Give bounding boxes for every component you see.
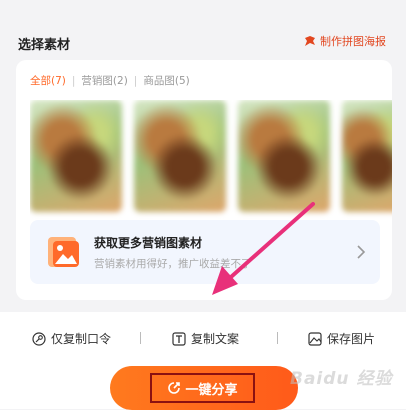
collage-icon [305, 36, 315, 46]
promo-subtitle: 营销素材用得好，推广收益差不了 [94, 258, 252, 270]
copy-text-label: 复制文案 [191, 332, 240, 346]
tab-divider: | [133, 74, 138, 87]
make-collage-label: 制作拼图海报 [320, 35, 386, 48]
tab-all[interactable]: 全部(7) [30, 73, 66, 88]
copy-code-button[interactable]: 仅复制口令 [32, 330, 111, 347]
share-icon [168, 382, 181, 394]
tab-divider: | [71, 74, 76, 87]
marketing-image-icon [48, 237, 79, 267]
image-icon [308, 331, 322, 346]
tab-product[interactable]: 商品图(5) [143, 73, 189, 88]
key-icon [32, 331, 46, 346]
material-thumbnail[interactable] [134, 100, 226, 212]
save-image-label: 保存图片 [327, 332, 376, 346]
action-divider [140, 332, 141, 344]
promo-banner[interactable]: 获取更多营销图素材 营销素材用得好，推广收益差不了 [30, 220, 380, 284]
share-annotation-box: 一键分享 [150, 373, 255, 403]
material-thumbnail[interactable] [238, 100, 330, 212]
share-label: 一键分享 [185, 382, 238, 398]
material-thumbnail[interactable] [30, 100, 122, 212]
copy-text-button[interactable]: 复制文案 [172, 330, 239, 347]
section-title: 选择素材 [18, 38, 71, 53]
one-click-share-button[interactable]: 一键分享 [110, 366, 298, 410]
text-icon [172, 331, 186, 346]
filter-tabs: 全部(7) | 营销图(2) | 商品图(5) [30, 73, 190, 88]
action-divider [277, 332, 278, 344]
material-thumbnail[interactable] [342, 100, 392, 212]
copy-code-label: 仅复制口令 [51, 332, 112, 346]
watermark: Baidu 经验 [290, 369, 393, 389]
save-image-button[interactable]: 保存图片 [308, 330, 375, 347]
chevron-right-icon [357, 245, 366, 259]
material-card: 全部(7) | 营销图(2) | 商品图(5) 获取更多营销图素材 营销素材用得… [16, 60, 392, 300]
make-collage-button[interactable]: 制作拼图海报 [304, 33, 386, 49]
promo-title: 获取更多营销图素材 [94, 236, 203, 250]
thumbnail-strip [30, 100, 392, 222]
tab-marketing[interactable]: 营销图(2) [81, 73, 127, 88]
